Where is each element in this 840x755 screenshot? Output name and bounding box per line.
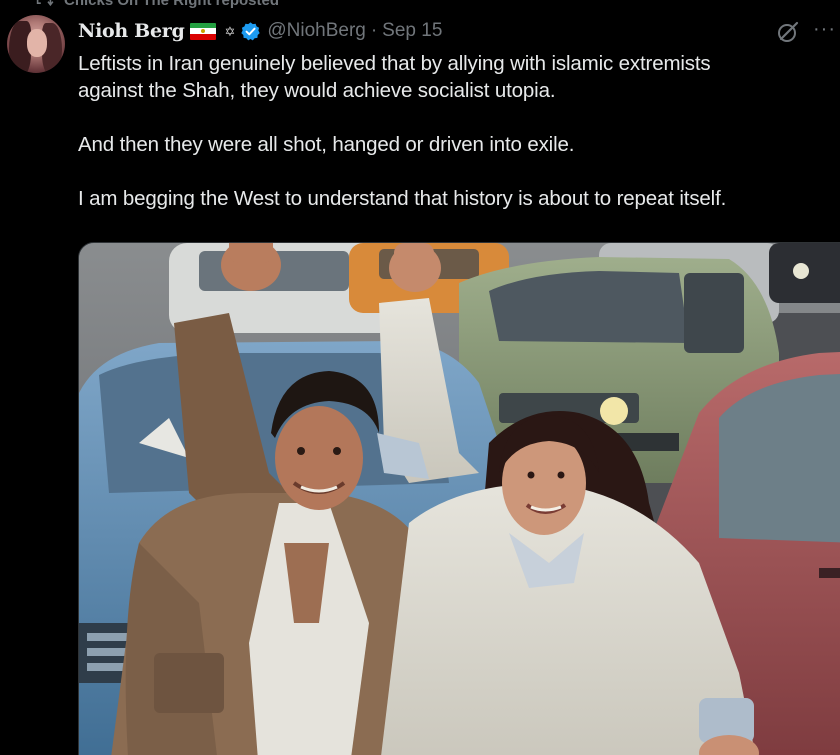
- more-icon[interactable]: ···: [813, 19, 839, 42]
- tweet-text: Leftists in Iran genuinely believed that…: [78, 50, 833, 212]
- photo-illustration: [79, 243, 840, 755]
- display-name[interactable]: Nioh Berg: [78, 20, 185, 42]
- tweet-text-line: I am begging the West to understand that…: [78, 187, 727, 210]
- star-of-david-icon: ✡: [224, 23, 236, 39]
- tweet-media-photo[interactable]: [78, 242, 840, 755]
- verified-badge-icon[interactable]: [240, 21, 261, 42]
- tweet-date[interactable]: Sep 15: [382, 20, 442, 42]
- repost-icon: [36, 0, 54, 7]
- avatar[interactable]: [7, 15, 65, 73]
- iran-flag-icon: [190, 22, 217, 40]
- tweet-text-line: And then they were all shot, hanged or d…: [78, 133, 575, 156]
- repost-label: Chicks On The Right reposted: [64, 0, 280, 9]
- author-handle[interactable]: @NiohBerg: [267, 20, 366, 42]
- grok-icon[interactable]: [776, 20, 800, 44]
- repost-context[interactable]: Chicks On The Right reposted: [34, 0, 279, 9]
- tweet-header: Nioh Berg ✡ @NiohBerg · Sep 15: [78, 17, 442, 45]
- separator: ·: [370, 20, 378, 41]
- tweet-text-line: against the Shah, they would achieve soc…: [78, 79, 556, 102]
- tweet-text-line: Leftists in Iran genuinely believed that…: [78, 52, 711, 75]
- tweet-view: Chicks On The Right reposted Nioh Berg ✡…: [0, 0, 840, 755]
